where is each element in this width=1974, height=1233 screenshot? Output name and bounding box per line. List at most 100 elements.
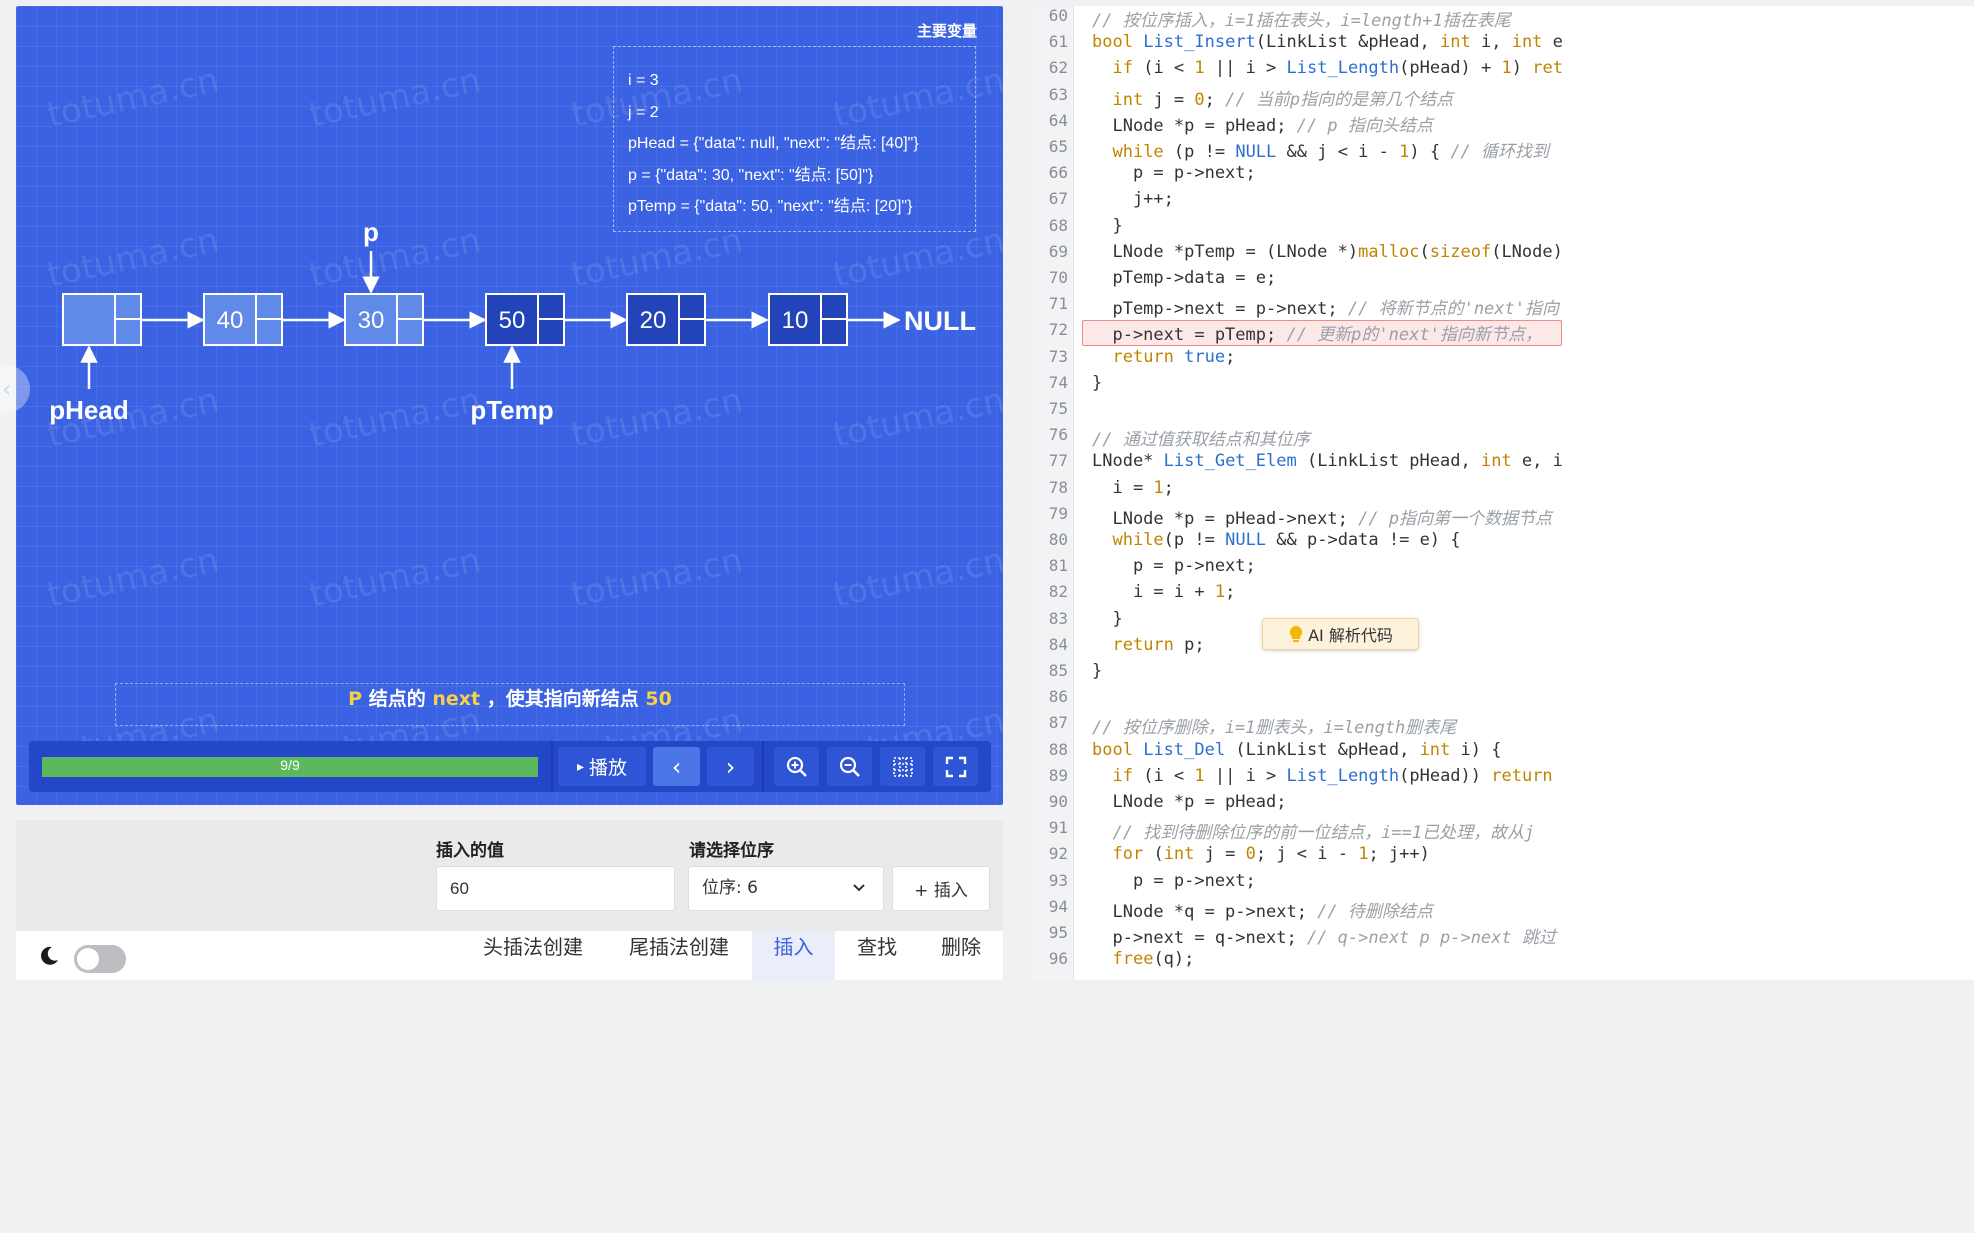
code-line: 65 while (p != NULL && j < i - 1) { // 循… bbox=[1030, 137, 1974, 163]
line-number: 61 bbox=[1048, 32, 1068, 52]
code-line-highlighted: 72 p->next = pTemp; // 更新p的'next'指向新节点， bbox=[1030, 320, 1974, 346]
code-panel[interactable]: 60 // 按位序插入，i=1插在表头，i=length+1插在表尾 61 bool … bbox=[1030, 6, 1974, 980]
code-text: LNode *q = p->next; // 待删除结点 bbox=[1092, 901, 1433, 922]
line-number: 60 bbox=[1048, 6, 1068, 25]
node-value: 10 bbox=[782, 307, 809, 334]
tab-tail-insert-create[interactable]: 尾插法创建 bbox=[614, 931, 744, 980]
line-number: 73 bbox=[1048, 346, 1068, 366]
line-number: 83 bbox=[1048, 608, 1068, 628]
position-select[interactable]: 位序: 6 bbox=[688, 866, 884, 911]
code-line: 74} bbox=[1030, 373, 1974, 399]
code-line: 92 for (int j = 0; j < i - 1; j++) bbox=[1030, 844, 1974, 870]
code-line: 71 pTemp->next = p->next; // 将新节点的'next'… bbox=[1030, 294, 1974, 320]
line-number: 64 bbox=[1048, 110, 1068, 130]
list-node: 40 bbox=[203, 293, 283, 346]
node-value: 50 bbox=[499, 307, 526, 334]
code-line: 89 if (i < 1 || i > List_Length(pHead)) … bbox=[1030, 766, 1974, 792]
value-label: 插入的值 bbox=[436, 841, 504, 861]
line-number: 86 bbox=[1048, 687, 1068, 707]
line-number: 68 bbox=[1048, 215, 1068, 235]
line-number: 75 bbox=[1048, 399, 1068, 418]
line-number: 95 bbox=[1048, 923, 1068, 942]
code-line: 61 bool List_Insert(LinkList &pHead, int … bbox=[1030, 32, 1974, 58]
fullscreen-button[interactable] bbox=[933, 747, 978, 786]
list-node: 30 bbox=[344, 293, 424, 346]
grid-button[interactable] bbox=[880, 747, 925, 786]
ai-explain-button[interactable]: AI 解析代码 bbox=[1262, 618, 1419, 650]
code-line: 82 i = i + 1; bbox=[1030, 582, 1974, 608]
code-text: for (int j = 0; j < i - 1; j++) bbox=[1112, 844, 1430, 865]
code-line: 68 } bbox=[1030, 216, 1974, 242]
line-number: 74 bbox=[1048, 372, 1068, 392]
caption-text: ，使其指向新结点 bbox=[486, 688, 639, 710]
code-line: 95 p->next = q->next; // q->next p p->ne… bbox=[1030, 923, 1974, 949]
page: totuma.cn totuma.cn totuma.cn totuma.cn totu… bbox=[0, 0, 1974, 1233]
code-text: bool List_Insert(LinkList &pHead, int i,… bbox=[1092, 32, 1563, 53]
code-text: LNode* List_Get_Elem (LinkList pHead, in… bbox=[1092, 451, 1563, 472]
progress-bar[interactable]: 9/9 bbox=[42, 757, 538, 777]
insert-form: 插入的值 60 请选择位序 位序: 6 + 插入 bbox=[16, 820, 1003, 931]
code-text: p = p->next; bbox=[1092, 870, 1256, 891]
list-node: 20 bbox=[626, 293, 706, 346]
code-line: 73 return true; bbox=[1030, 347, 1974, 373]
insert-button[interactable]: + 插入 bbox=[892, 866, 990, 911]
play-label: 播放 bbox=[589, 757, 628, 779]
code-text: // 按位序删除，i=1删表头，i=length删表尾 bbox=[1092, 718, 1457, 739]
code-text: } bbox=[1092, 661, 1103, 681]
zoom-out-button[interactable] bbox=[827, 747, 872, 786]
line-number: 66 bbox=[1048, 163, 1068, 183]
code-text: LNode *p = pHead; bbox=[1092, 792, 1287, 812]
value-input[interactable]: 60 bbox=[436, 866, 675, 911]
pointer-label-ptemp: pTemp bbox=[470, 395, 553, 425]
line-number: 77 bbox=[1048, 451, 1068, 471]
line-number: 91 bbox=[1048, 818, 1068, 838]
code-line: 79 LNode *p = pHead->next; // p指向第一个数据节点 bbox=[1030, 504, 1974, 530]
position-label: 请选择位序 bbox=[689, 841, 774, 861]
tab-find[interactable]: 查找 bbox=[837, 931, 917, 980]
playback-controls: 9/9 ▸ 播放 ‹ › bbox=[29, 741, 991, 792]
line-number: 88 bbox=[1048, 739, 1068, 759]
dark-mode-toggle[interactable] bbox=[74, 945, 126, 973]
next-step-button[interactable]: › bbox=[707, 747, 754, 786]
line-number: 89 bbox=[1048, 765, 1068, 785]
code-line: 78 i = 1; bbox=[1030, 478, 1974, 504]
tab-delete[interactable]: 删除 bbox=[921, 931, 1001, 980]
line-number: 94 bbox=[1048, 896, 1068, 916]
prev-step-button[interactable]: ‹ bbox=[653, 747, 700, 786]
code-line: 76 // 通过值获取结点和其位序 bbox=[1030, 425, 1974, 451]
code-line: 63 int j = 0; // 当前p指向的是第几个结点 bbox=[1030, 85, 1974, 111]
code-line: 81 p = p->next; bbox=[1030, 556, 1974, 582]
code-line: 83 } bbox=[1030, 609, 1974, 635]
zoom-in-button[interactable] bbox=[774, 747, 819, 786]
tab-head-insert-create[interactable]: 头插法创建 bbox=[468, 931, 598, 980]
code-text: pTemp->next = p->next; // 将新节点的'next'指向 bbox=[1092, 299, 1559, 320]
code-line: 84 return p; bbox=[1030, 635, 1974, 661]
node-value: 40 bbox=[217, 307, 244, 334]
code-text: int j = 0; // 当前p指向的是第几个结点 bbox=[1112, 89, 1454, 110]
step-caption: P 结点的 next ，使其指向新结点 50 bbox=[115, 683, 905, 726]
play-button[interactable]: ▸ 播放 bbox=[558, 747, 646, 786]
code-text: p = p->next; bbox=[1092, 556, 1256, 577]
code-text: i = i + 1; bbox=[1092, 582, 1236, 603]
code-text: // 按位序插入，i=1插在表头，i=length+1插在表尾 bbox=[1092, 11, 1511, 31]
code-line: 67 j++; bbox=[1030, 189, 1974, 215]
list-node: 10 bbox=[768, 293, 848, 346]
line-number: 93 bbox=[1048, 870, 1068, 890]
code-text: if (i < 1 || i > List_Length(pHead) + 1)… bbox=[1112, 58, 1563, 79]
fullscreen-icon bbox=[945, 756, 966, 777]
code-text: while (p != NULL && j < i - 1) { // 循环找到 bbox=[1112, 142, 1550, 162]
code-line: 88 bool List_Del (LinkList &pHead, int i)… bbox=[1030, 740, 1974, 766]
code-text: while(p != NULL && p->data != e) { bbox=[1112, 530, 1461, 550]
visualization-canvas[interactable]: totuma.cn totuma.cn totuma.cn totuma.cn totu… bbox=[16, 6, 1003, 805]
line-number: 80 bbox=[1048, 530, 1068, 549]
node-value: 20 bbox=[640, 307, 667, 334]
code-text: LNode *pTemp = (LNode *)malloc(sizeof(LN… bbox=[1092, 241, 1563, 262]
code-line: 70 pTemp->data = e; bbox=[1030, 268, 1974, 294]
line-number: 81 bbox=[1048, 556, 1068, 576]
line-number: 84 bbox=[1048, 634, 1068, 654]
caption-value: 50 bbox=[645, 688, 672, 710]
tab-insert[interactable]: 插入 bbox=[752, 931, 835, 980]
code-line: 91 // 找到待删除位序的前一位结点，i==1已处理，故从j bbox=[1030, 818, 1974, 844]
line-number: 82 bbox=[1048, 582, 1068, 602]
code-line: 86 bbox=[1030, 687, 1974, 713]
